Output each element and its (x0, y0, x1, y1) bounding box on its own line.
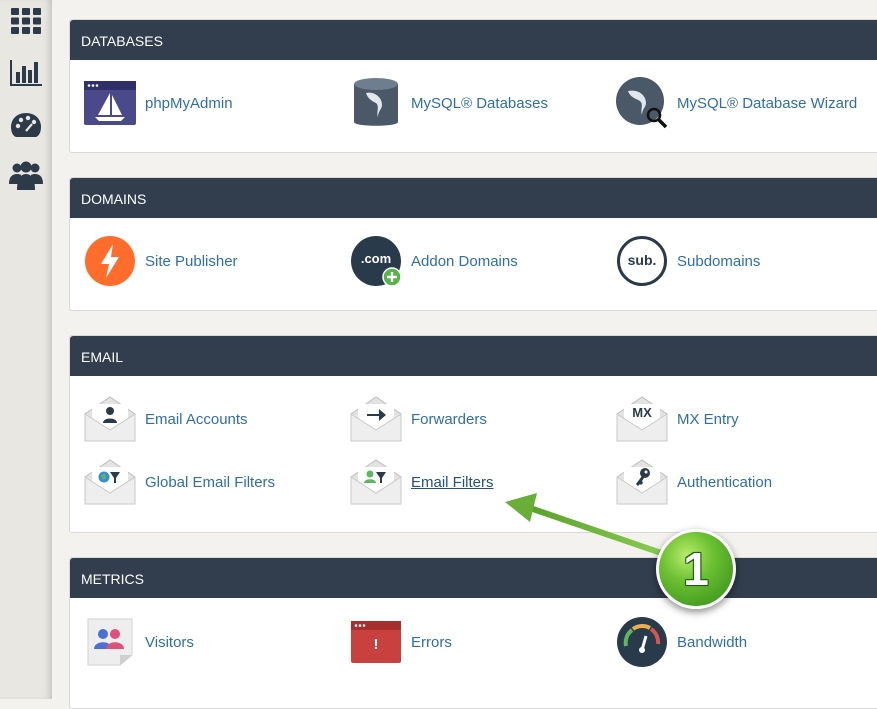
annotation-arrow (505, 493, 671, 559)
annotation-badge-number: 1 (683, 543, 709, 595)
annotation-badge: 1 (656, 529, 736, 609)
